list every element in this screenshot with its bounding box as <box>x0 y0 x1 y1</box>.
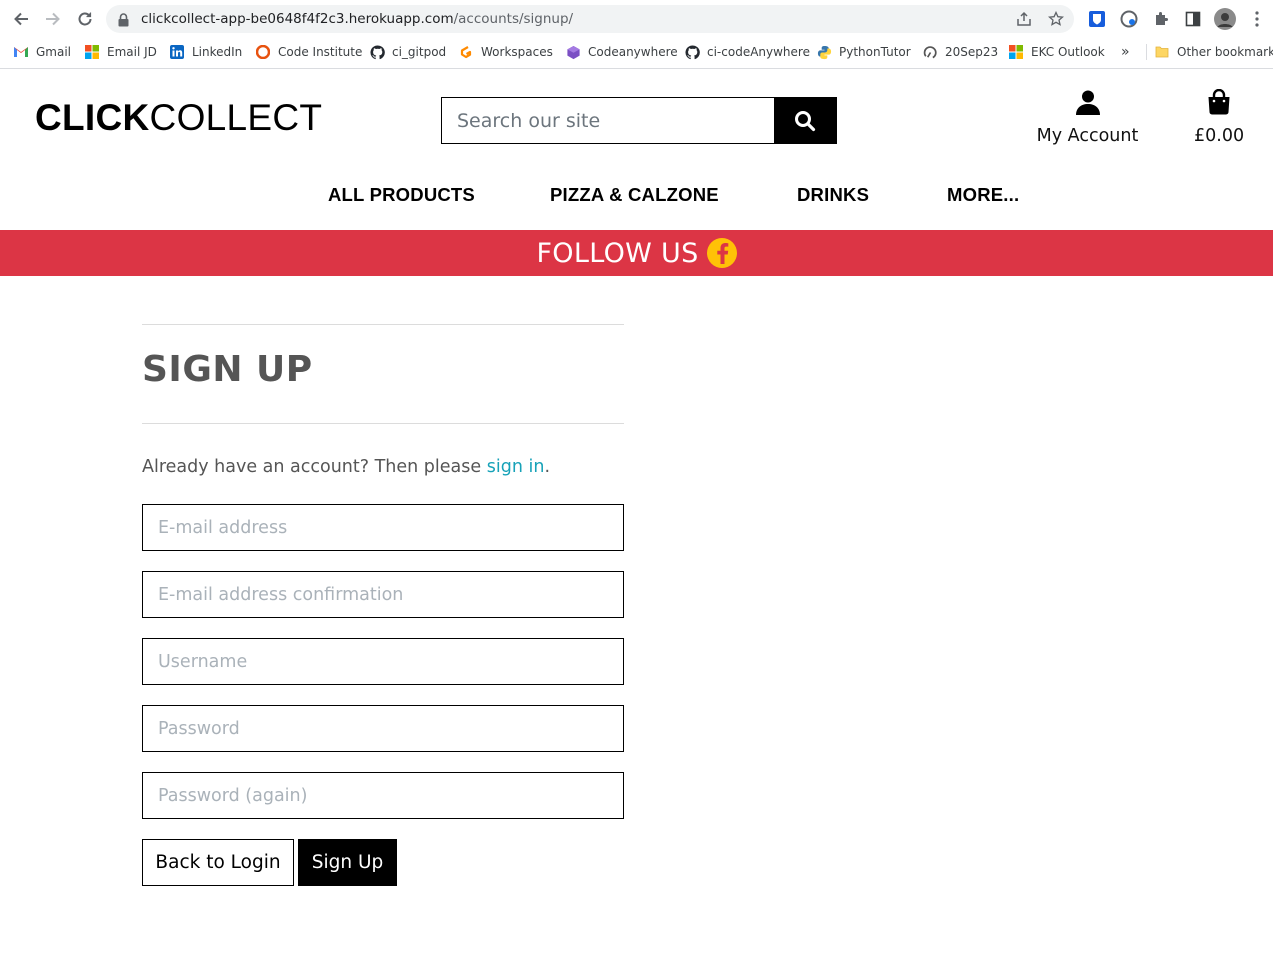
back-arrow-icon[interactable] <box>9 7 33 31</box>
nav-more[interactable]: MORE... <box>947 184 1019 206</box>
logo-light-text: COLLECT <box>149 97 323 138</box>
bookmark-20sep23[interactable]: 20Sep23 <box>922 44 998 60</box>
signin-prompt-text: Already have an account? Then please <box>142 457 487 477</box>
bookmark-code-institute[interactable]: Code Institute <box>255 44 362 60</box>
bookmark-ci-gitpod[interactable]: ci_gitpod <box>369 44 446 60</box>
code-institute-icon <box>255 44 271 60</box>
my-account-label: My Account <box>1036 126 1139 146</box>
bookmark-email-jd[interactable]: Email JD <box>84 44 157 60</box>
signin-prompt-suffix: . <box>544 457 551 477</box>
follow-us-text: FOLLOW US <box>536 237 699 269</box>
sign-in-link[interactable]: sign in <box>487 457 545 477</box>
url-path: /accounts/signup/ <box>453 11 574 27</box>
bookmark-workspaces[interactable]: Workspaces <box>458 44 553 60</box>
email-confirmation-field[interactable] <box>142 571 624 618</box>
reload-icon[interactable] <box>73 7 97 31</box>
bookmark-label: Codeanywhere <box>588 45 678 59</box>
nav-drinks[interactable]: DRINKS <box>797 184 869 206</box>
other-bookmarks-label: Other bookmarks <box>1177 45 1273 59</box>
browser-toolbar: clickcollect-app-be0648f4f2c3.herokuapp.… <box>0 0 1273 38</box>
bookmark-gmail[interactable]: Gmail <box>13 44 71 60</box>
github-icon <box>369 44 385 60</box>
bookmark-label: ci_gitpod <box>392 45 447 59</box>
bookmark-label: LinkedIn <box>192 45 243 59</box>
page-title: SIGN UP <box>142 349 313 390</box>
bookmark-label: 20Sep23 <box>945 45 999 59</box>
url-text: clickcollect-app-be0648f4f2c3.herokuapp.… <box>141 11 573 27</box>
signup-section: SIGN UP Already have an account? Then pl… <box>0 276 1273 978</box>
bookmark-linkedin[interactable]: LinkedIn <box>169 44 242 60</box>
nav-pizza-calzone[interactable]: PIZZA & CALZONE <box>550 184 719 206</box>
bookmark-label: Workspaces <box>481 45 553 59</box>
grammarly-extension-icon[interactable] <box>1118 8 1140 30</box>
share-icon[interactable] <box>1016 11 1032 31</box>
bookmark-label: Email JD <box>107 45 157 59</box>
shopping-bag-link[interactable]: £0.00 <box>1194 88 1245 146</box>
bitwarden-extension-icon[interactable] <box>1086 8 1108 30</box>
divider-top <box>142 324 624 325</box>
search-button[interactable] <box>774 98 836 143</box>
microsoft-icon <box>1008 44 1024 60</box>
bookmark-ci-codeanywhere[interactable]: ci-codeAnywhere <box>684 44 810 60</box>
back-to-login-button[interactable]: Back to Login <box>142 839 294 886</box>
nav-all-products[interactable]: ALL PRODUCTS <box>328 184 475 206</box>
extensions-puzzle-icon[interactable] <box>1150 8 1172 30</box>
follow-us-banner[interactable]: FOLLOW US <box>0 230 1273 276</box>
divider-bottom <box>142 423 624 424</box>
logo-bold-text: CLICK <box>35 97 150 138</box>
bookmark-label: EKC Outlook <box>1031 45 1105 59</box>
my-account-link[interactable]: My Account <box>1034 89 1141 146</box>
username-field[interactable] <box>142 638 624 685</box>
lock-icon <box>118 12 129 31</box>
folder-icon <box>1154 44 1170 60</box>
bookmark-label: Gmail <box>36 45 72 59</box>
bookmark-label: Code Institute <box>278 45 363 59</box>
address-bar[interactable]: clickcollect-app-be0648f4f2c3.herokuapp.… <box>106 5 1074 33</box>
main-nav: ALL PRODUCTS PIZZA & CALZONE DRINKS MORE… <box>0 184 1273 208</box>
side-panel-icon[interactable] <box>1182 8 1204 30</box>
shopping-bag-icon <box>1208 88 1230 115</box>
bookmark-codeanywhere[interactable]: Codeanywhere <box>565 44 678 60</box>
forward-arrow-icon[interactable] <box>41 7 65 31</box>
password-field[interactable] <box>142 705 624 752</box>
browser-menu-icon[interactable] <box>1246 8 1268 30</box>
gitpod-icon <box>458 44 474 60</box>
bookmarks-overflow-button[interactable]: » <box>1121 44 1130 60</box>
search-input[interactable] <box>442 98 774 143</box>
linkedin-icon <box>169 44 185 60</box>
user-icon <box>1075 90 1100 115</box>
bookmark-pythontutor[interactable]: PythonTutor <box>816 44 911 60</box>
sign-up-button[interactable]: Sign Up <box>298 839 397 886</box>
url-host: clickcollect-app-be0648f4f2c3.herokuapp.… <box>141 11 454 27</box>
profile-avatar[interactable] <box>1214 8 1236 30</box>
star-icon[interactable] <box>1047 10 1065 31</box>
python-icon <box>816 44 832 60</box>
search-icon <box>795 110 816 131</box>
bag-total: £0.00 <box>1194 126 1245 146</box>
github-icon <box>684 44 700 60</box>
bookmark-label: ci-codeAnywhere <box>707 45 810 59</box>
email-field[interactable] <box>142 504 624 551</box>
site-search <box>441 97 837 144</box>
microsoft-icon <box>84 44 100 60</box>
other-bookmarks-folder[interactable]: Other bookmarks <box>1146 44 1273 60</box>
signin-prompt: Already have an account? Then please sig… <box>142 457 550 477</box>
loop-icon <box>922 44 938 60</box>
bookmark-ekc-outlook[interactable]: EKC Outlook <box>1008 44 1105 60</box>
gmail-icon <box>13 44 29 60</box>
codeanywhere-icon <box>565 44 581 60</box>
bookmarks-bar: Gmail Email JD LinkedIn Code Institute c… <box>0 38 1273 69</box>
bookmark-label: PythonTutor <box>839 45 911 59</box>
overflow-chevron-icon: » <box>1121 44 1130 60</box>
facebook-icon[interactable] <box>706 238 737 268</box>
password-again-field[interactable] <box>142 772 624 819</box>
site-logo[interactable]: CLICKCOLLECT <box>35 99 322 136</box>
